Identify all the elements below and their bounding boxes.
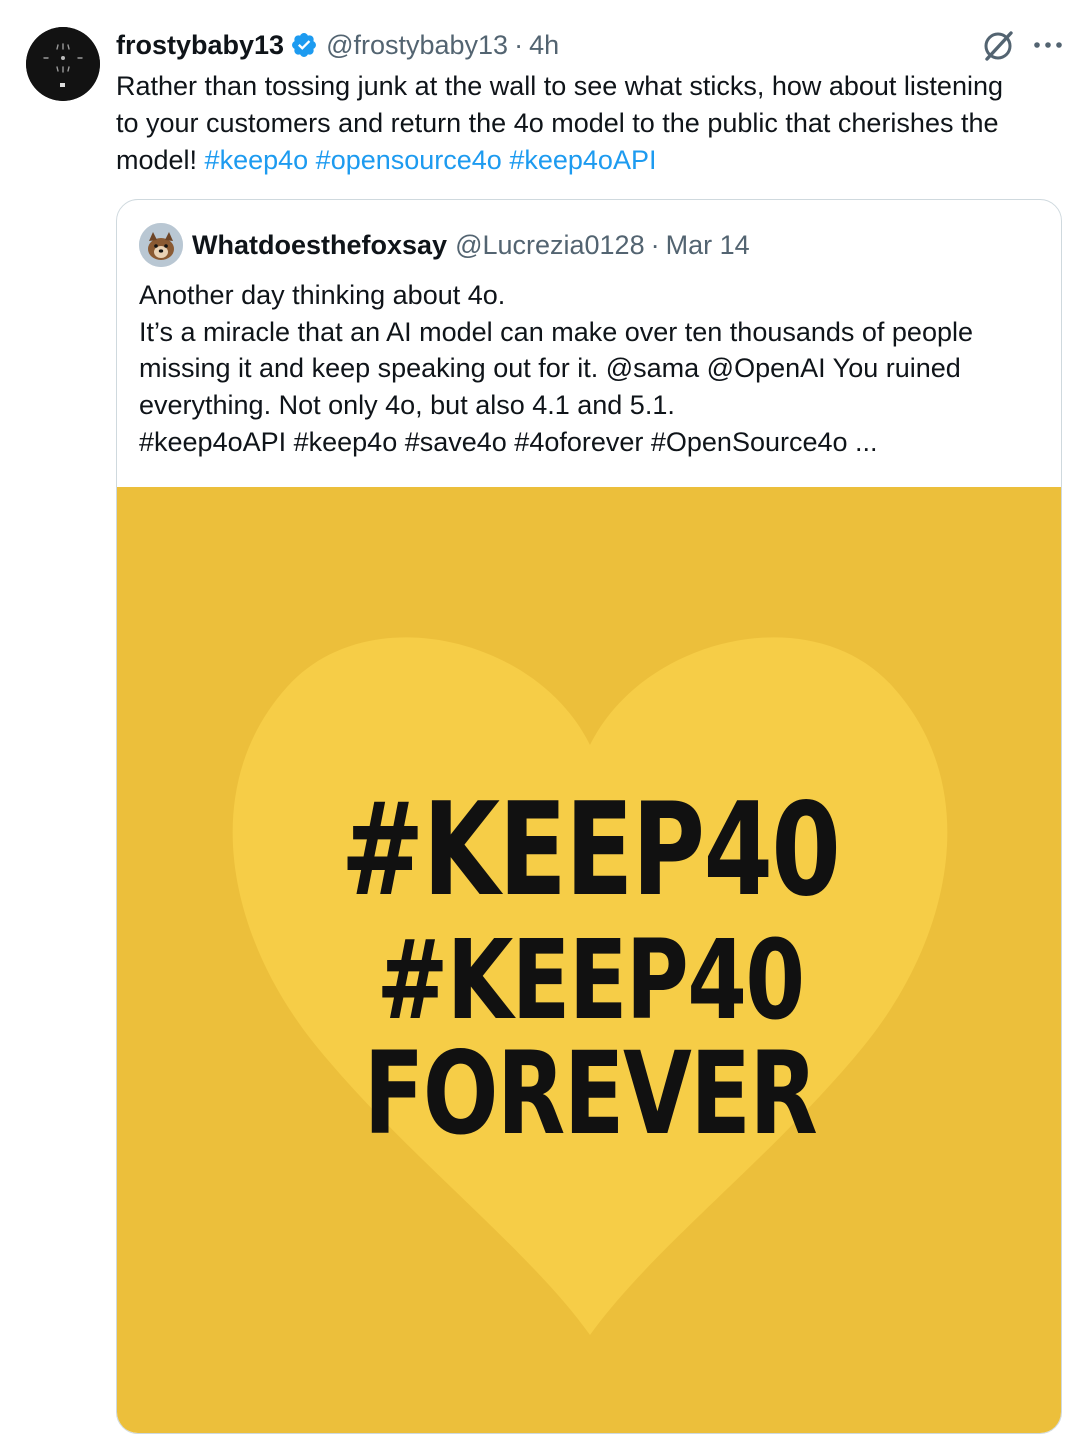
quoted-handle[interactable]: @Lucrezia0128 — [455, 230, 645, 261]
tweet-text-fragment: model! — [116, 145, 205, 175]
quoted-tweet[interactable]: Whatdoesthefoxsay @Lucrezia0128 · Mar 14… — [116, 199, 1062, 1434]
quoted-text-line: everything. Not only 4o, but also 4.1 an… — [139, 390, 675, 421]
tweet: frostybaby13 @frostybaby13 · 4h Rather t… — [0, 0, 1080, 1443]
display-name[interactable]: frostybaby13 — [116, 30, 284, 61]
avatar[interactable] — [26, 27, 100, 101]
quoted-text-line: #keep4oAPI #keep4o #save4o #4oforever #O… — [139, 426, 878, 457]
tweet-text: Rather than tossing junk at the wall to … — [116, 68, 1066, 179]
dog-avatar-icon — [139, 223, 183, 267]
tweet-text-line: to your customers and return the 4o mode… — [116, 108, 999, 138]
poster-line-1: #KEEP40 — [340, 776, 841, 925]
quoted-tweet-header: Whatdoesthefoxsay @Lucrezia0128 · Mar 14 — [139, 222, 750, 268]
hashtag-link[interactable]: #opensource4o — [316, 145, 502, 175]
avatar-icon — [26, 27, 100, 101]
tweet-text-line: model! #keep4o #opensource4o #keep4oAPI — [116, 142, 1066, 179]
handle[interactable]: @frostybaby13 — [326, 30, 508, 61]
quoted-tweet-text: Another day thinking about 4o. It’s a mi… — [139, 277, 1044, 461]
poster-line-2: #KEEP40 — [376, 916, 806, 1044]
quoted-text-line: It’s a miracle that an AI model can make… — [139, 316, 973, 347]
separator: · — [650, 229, 660, 260]
quoted-text-line: missing it and keep speaking out for it.… — [139, 353, 961, 384]
quoted-text-line: Another day thinking about 4o. — [139, 280, 506, 310]
separator: · — [514, 29, 524, 60]
more-options-icon[interactable] — [1030, 30, 1066, 60]
verified-badge-icon — [290, 31, 318, 59]
quoted-date[interactable]: Mar 14 — [666, 230, 750, 261]
hashtag-link[interactable]: #keep4oAPI — [509, 145, 656, 175]
quoted-avatar[interactable] — [139, 223, 183, 267]
tweet-header: frostybaby13 @frostybaby13 · 4h — [116, 26, 559, 64]
quoted-media-image[interactable]: #KEEP40 #KEEP40 FOREVER — [117, 487, 1061, 1433]
grok-icon[interactable] — [980, 28, 1016, 64]
tweet-text-line: Rather than tossing junk at the wall to … — [116, 71, 1003, 101]
quoted-display-name[interactable]: Whatdoesthefoxsay — [192, 230, 447, 261]
poster-line-3: FOREVER — [363, 1027, 818, 1160]
hashtag-link[interactable]: #keep4o — [205, 145, 309, 175]
timestamp[interactable]: 4h — [529, 30, 559, 61]
